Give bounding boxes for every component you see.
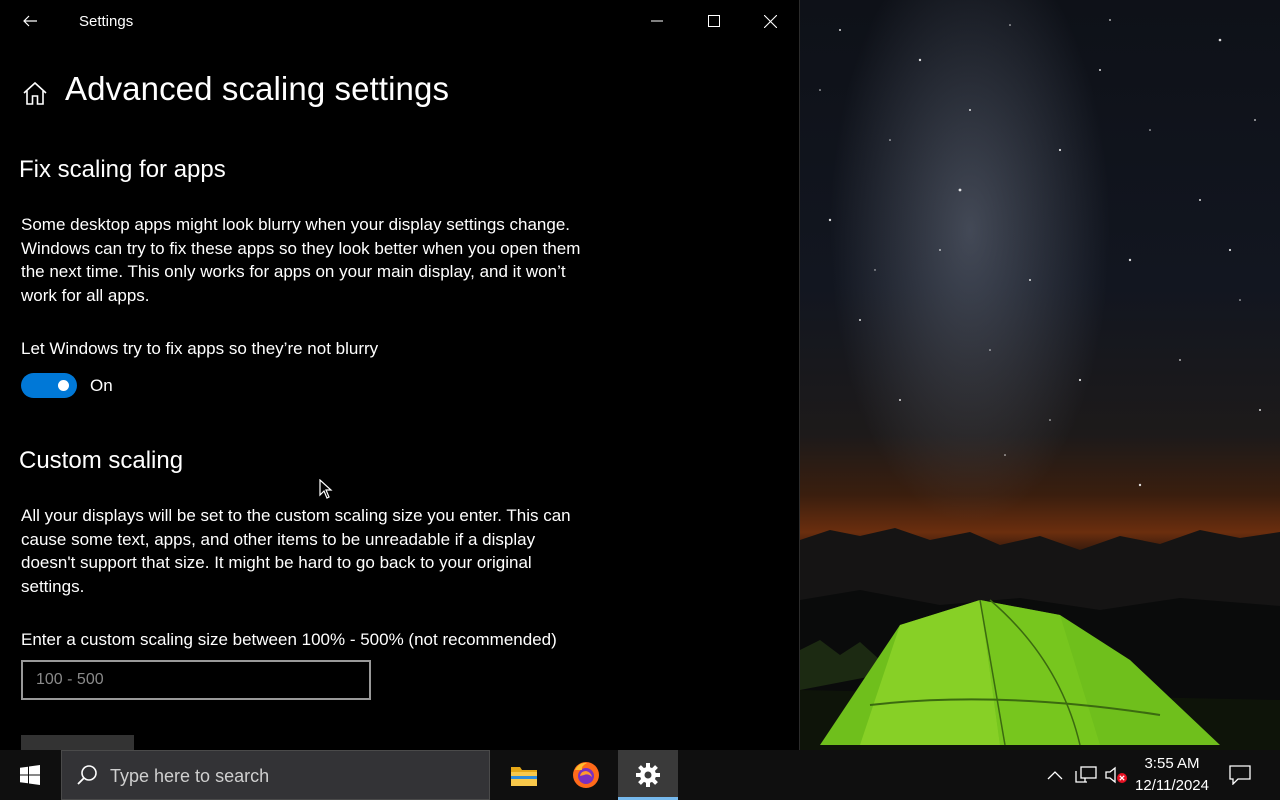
desktop-wallpaper	[800, 0, 1280, 750]
system-clock[interactable]: 3:55 AM 12/11/2024	[1130, 750, 1214, 800]
toggle-state-label: On	[90, 376, 113, 395]
custom-scaling-input-label: Enter a custom scaling size between 100%…	[21, 630, 557, 649]
back-button[interactable]	[8, 4, 52, 38]
volume-button[interactable]	[1102, 750, 1130, 800]
fix-apps-toggle-label: Let Windows try to fix apps so they’re n…	[21, 339, 379, 358]
custom-scaling-input[interactable]	[21, 660, 371, 700]
clock-date: 12/11/2024	[1135, 777, 1209, 794]
search-icon	[77, 765, 97, 785]
fix-scaling-heading: Fix scaling for apps	[19, 156, 226, 183]
fix-apps-toggle[interactable]	[21, 373, 77, 398]
chevron-up-icon	[1047, 771, 1063, 780]
custom-scaling-description: All your displays will be set to the cus…	[21, 506, 571, 596]
show-hidden-icons-button[interactable]	[1042, 750, 1068, 800]
minimize-button[interactable]	[628, 0, 685, 42]
firefox-icon	[573, 762, 599, 788]
taskbar-search-box[interactable]: Type here to search	[61, 750, 490, 800]
maximize-button[interactable]	[685, 0, 742, 42]
start-button[interactable]	[0, 750, 60, 800]
windows-logo-icon	[20, 765, 40, 785]
fix-scaling-description: Some desktop apps might look blurry when…	[21, 215, 581, 305]
minimize-icon	[650, 20, 663, 22]
search-placeholder: Type here to search	[110, 766, 270, 786]
title-bar: Settings	[0, 0, 799, 42]
maximize-icon	[707, 15, 720, 27]
file-explorer-icon	[511, 767, 537, 786]
back-arrow-icon	[23, 15, 37, 27]
window-title: Settings	[79, 13, 134, 30]
clock-time: 3:55 AM	[1144, 755, 1200, 772]
close-button[interactable]	[742, 0, 799, 42]
close-icon	[764, 14, 777, 28]
network-button[interactable]	[1072, 750, 1100, 800]
home-icon[interactable]	[22, 80, 48, 106]
taskbar-firefox[interactable]	[556, 750, 616, 800]
network-icon	[1075, 766, 1097, 783]
settings-window: Settings Advanced scaling settings Fix s…	[0, 0, 800, 750]
action-center-button[interactable]	[1218, 750, 1262, 800]
notifications-icon	[1229, 765, 1251, 785]
taskbar-settings[interactable]	[618, 750, 678, 800]
custom-scaling-heading: Custom scaling	[19, 447, 184, 474]
volume-muted-icon	[1105, 766, 1127, 784]
gear-icon	[636, 763, 660, 787]
wallpaper-scene	[800, 19, 1280, 750]
taskbar-file-explorer[interactable]	[494, 750, 554, 800]
mouse-cursor-icon	[319, 479, 333, 499]
toggle-knob	[58, 380, 69, 391]
taskbar: Type here to search 3:55 AM 12/11/2024	[0, 750, 1280, 800]
apply-button[interactable]	[21, 735, 134, 750]
page-title: Advanced scaling settings	[65, 70, 450, 107]
